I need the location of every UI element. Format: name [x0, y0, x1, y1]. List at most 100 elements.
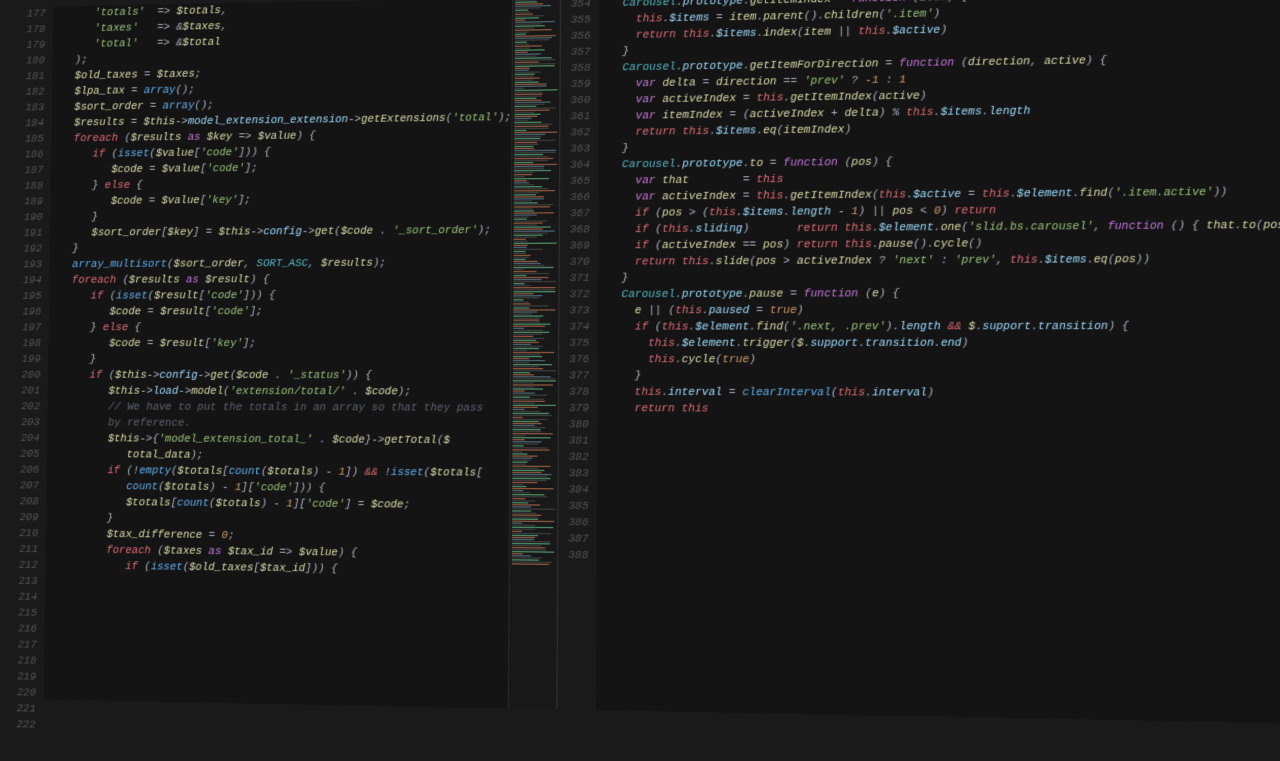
line-number: 376 — [563, 352, 589, 368]
line-number: 186 — [19, 147, 44, 163]
line-number: 374 — [563, 320, 589, 336]
code-line: this.interval = clearInterval(this.inter… — [601, 385, 1280, 403]
code-line: array_multisort($sort_order, SORT_ASC, $… — [53, 255, 510, 273]
code-line: if (isset($result['code'])) { — [53, 287, 510, 304]
code-line: $this->load->model('extension/total/' . … — [51, 384, 509, 401]
line-number: 184 — [19, 116, 44, 132]
line-number: 178 — [21, 22, 46, 38]
line-number: 383 — [562, 466, 588, 482]
line-number: 362 — [564, 125, 590, 141]
line-number: 379 — [563, 401, 589, 417]
code-line: e || (this.paused = true) — [601, 301, 1280, 319]
line-number: 375 — [563, 336, 589, 352]
line-number: 213 — [13, 574, 38, 590]
line-number: 190 — [18, 210, 43, 226]
code-line: foreach ($results as $result) { — [53, 271, 510, 289]
line-number: 192 — [17, 242, 42, 258]
line-number: 354 — [565, 0, 591, 13]
code-line: // We have to put the totals in an array… — [51, 399, 509, 416]
line-number: 203 — [15, 415, 40, 431]
code-line: } — [52, 352, 510, 368]
line-number: 373 — [563, 303, 589, 319]
line-number: 177 — [21, 7, 46, 23]
line-number: 367 — [564, 206, 590, 222]
line-number: 377 — [563, 368, 589, 384]
line-number: 218 — [11, 653, 36, 669]
line-number: 384 — [562, 482, 588, 499]
line-number: 198 — [16, 336, 41, 352]
left-minimap[interactable] — [508, 0, 560, 709]
line-number: 211 — [13, 542, 38, 558]
code-line: this.cycle(true) — [601, 352, 1280, 369]
line-number: 193 — [17, 257, 42, 273]
line-number: 219 — [11, 669, 36, 685]
line-number: 202 — [15, 399, 40, 415]
right-editor-pane[interactable]: 3543553563573583593603613623633643653663… — [557, 0, 1280, 725]
line-number: 359 — [564, 77, 590, 93]
line-number: 210 — [13, 526, 38, 542]
code-line: return this — [601, 401, 1280, 420]
line-number: 179 — [20, 38, 45, 54]
line-number: 369 — [563, 238, 589, 254]
code-line: } — [601, 368, 1280, 386]
code-line: Carousel.prototype.pause = function (e) … — [601, 285, 1280, 304]
line-number: 357 — [564, 45, 590, 61]
line-number: 208 — [14, 494, 39, 510]
line-number: 216 — [12, 621, 37, 637]
line-number: 187 — [18, 163, 43, 179]
line-number: 195 — [17, 289, 42, 305]
line-number: 372 — [563, 287, 589, 303]
line-number: 199 — [16, 352, 41, 368]
code-line: if ($this->config->get($code . '_status'… — [52, 368, 510, 385]
line-number: 370 — [563, 255, 589, 271]
code-line: if (this.$element.find('.next, .prev').l… — [601, 318, 1280, 335]
line-number: 188 — [18, 179, 43, 195]
code-line: $code = $result['key']; — [52, 336, 510, 352]
line-number: 212 — [13, 558, 38, 574]
line-number: 200 — [16, 368, 41, 384]
line-number: 387 — [562, 531, 588, 548]
code-line: this.$element.trigger($.support.transiti… — [601, 335, 1280, 352]
line-number: 360 — [564, 93, 590, 109]
right-code-area[interactable]: Carousel.prototype.getItemIndex = functi… — [596, 0, 1280, 724]
left-code-area[interactable]: 'totals' => $totals, 'taxes' => &$taxes,… — [43, 0, 511, 709]
line-number: 204 — [15, 431, 40, 447]
line-number: 220 — [11, 685, 36, 701]
line-number: 214 — [12, 590, 37, 606]
line-number: 221 — [11, 701, 36, 717]
line-number: 380 — [563, 417, 589, 433]
line-number: 205 — [14, 447, 39, 463]
line-number: 182 — [20, 85, 45, 101]
line-number: 206 — [14, 463, 39, 479]
line-number: 366 — [564, 190, 590, 206]
line-number: 358 — [564, 61, 590, 77]
line-number: 180 — [20, 53, 45, 69]
line-number: 388 — [562, 548, 588, 565]
line-number: 183 — [19, 100, 44, 116]
line-number: 191 — [18, 226, 43, 242]
line-number: 196 — [16, 305, 41, 321]
line-number: 207 — [14, 478, 39, 494]
line-number: 215 — [12, 606, 37, 622]
left-editor-pane[interactable]: 1771781791801811821831841851861871881891… — [7, 0, 561, 709]
line-number: 222 — [10, 717, 35, 733]
line-number: 381 — [562, 433, 588, 449]
line-number: 378 — [563, 385, 589, 401]
line-number: 363 — [564, 141, 590, 157]
line-number: 365 — [564, 174, 590, 190]
line-number: 361 — [564, 109, 590, 125]
line-number: 385 — [562, 499, 588, 516]
code-line: } else { — [52, 320, 510, 337]
line-number: 189 — [18, 194, 43, 210]
code-line: $sort_order[$key] = $this->config->get($… — [54, 223, 511, 242]
line-number: 368 — [564, 222, 590, 238]
line-number: 181 — [20, 69, 45, 85]
right-line-gutter: 3543553563573583593603613623633643653663… — [557, 0, 599, 710]
line-number: 217 — [12, 637, 37, 653]
line-number: 197 — [16, 320, 41, 336]
line-number: 201 — [15, 384, 40, 400]
line-number: 364 — [564, 157, 590, 173]
line-number: 386 — [562, 515, 588, 532]
line-number: 194 — [17, 273, 42, 289]
code-line: $code = $result['code']; — [53, 303, 511, 320]
